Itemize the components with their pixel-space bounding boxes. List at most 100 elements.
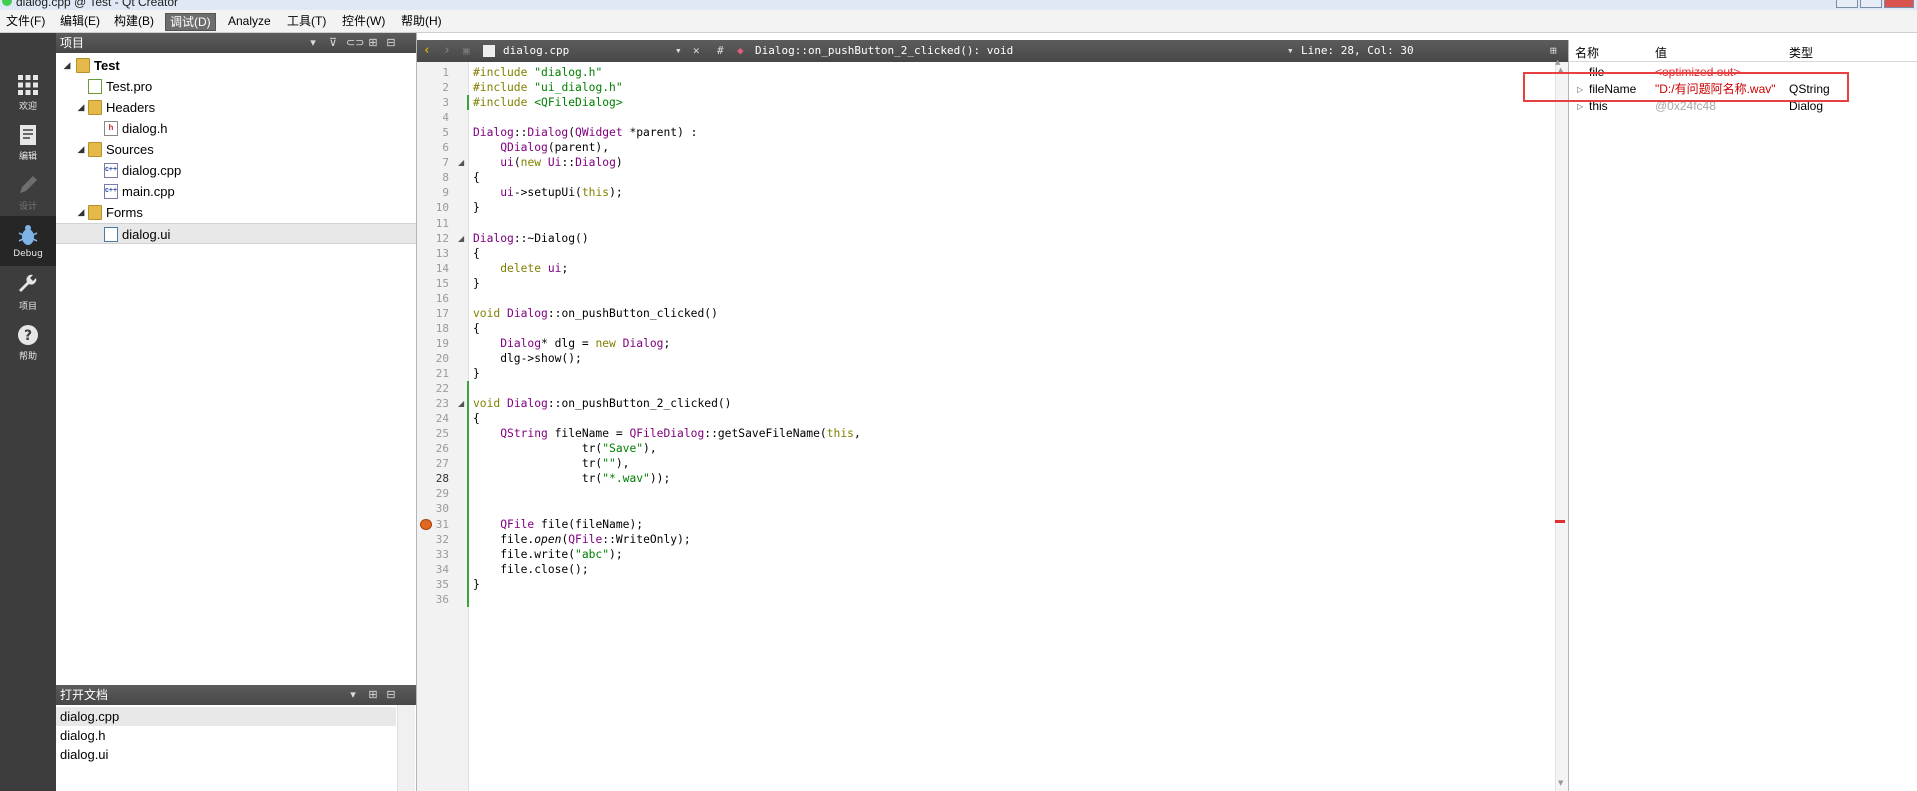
tree-item-headers[interactable]: ◢ Headers bbox=[56, 97, 416, 118]
split-icon[interactable]: ⊞ bbox=[1550, 44, 1557, 58]
code-line[interactable]: void Dialog::on_pushButton_2_clicked() bbox=[473, 396, 731, 411]
line-number[interactable]: 30 bbox=[417, 501, 449, 516]
line-number[interactable]: 5 bbox=[417, 125, 449, 140]
line-number[interactable]: 23 bbox=[417, 396, 449, 411]
line-number[interactable]: 36 bbox=[417, 592, 449, 607]
line-number[interactable]: 22 bbox=[417, 381, 449, 396]
line-number[interactable]: 15 bbox=[417, 276, 449, 291]
tree-item-dialog-ui[interactable]: dialog.ui bbox=[56, 223, 416, 244]
current-file-combo[interactable]: dialog.cpp bbox=[503, 44, 569, 58]
line-number[interactable]: 28 bbox=[417, 471, 449, 486]
column-name[interactable]: 名称 bbox=[1575, 44, 1599, 61]
menu-tools[interactable]: 工具(T) bbox=[283, 13, 330, 31]
maximize-button[interactable] bbox=[1860, 0, 1882, 8]
fold-marker-icon[interactable]: ◢ bbox=[458, 231, 466, 246]
line-number[interactable]: 6 bbox=[417, 140, 449, 155]
line-number-gutter[interactable]: 1 2 3 4 5 6 7 ◢ 8 9 10 11 12 ◢ 13 14 15 16 17 18 19 20 21 22 23 ◢… bbox=[417, 62, 469, 791]
code-line[interactable]: file.close(); bbox=[473, 562, 588, 577]
tree-item-dialog-cpp[interactable]: c++ dialog.cpp bbox=[56, 160, 416, 181]
column-type[interactable]: 类型 bbox=[1789, 44, 1813, 61]
line-number[interactable]: 4 bbox=[417, 110, 449, 125]
code-line[interactable]: #include "ui_dialog.h" bbox=[473, 80, 623, 95]
code-line[interactable]: Dialog* dlg = new Dialog; bbox=[473, 336, 670, 351]
menu-debug[interactable]: 调试(D) bbox=[165, 13, 216, 31]
close-button[interactable] bbox=[1884, 0, 1914, 8]
dropdown-arrow-icon[interactable]: ▾ bbox=[346, 688, 360, 702]
editor-scrollbar[interactable]: ▲ ▼ bbox=[1555, 62, 1568, 791]
open-doc-item[interactable]: dialog.cpp bbox=[56, 707, 396, 726]
code-line[interactable]: dlg->show(); bbox=[473, 351, 582, 366]
mode-welcome[interactable]: 欢迎 bbox=[0, 66, 56, 116]
code-line[interactable]: QDialog(parent), bbox=[473, 140, 609, 155]
expand-arrow-icon[interactable]: ◢ bbox=[62, 55, 72, 76]
expand-arrow-icon[interactable]: ◢ bbox=[76, 202, 86, 223]
code-line[interactable]: Dialog::~Dialog() bbox=[473, 231, 589, 246]
tree-item-test-pro[interactable]: Test.pro bbox=[56, 76, 416, 97]
line-number[interactable]: 19 bbox=[417, 336, 449, 351]
scroll-down-icon[interactable]: ▼ bbox=[1558, 779, 1563, 787]
line-number[interactable]: 33 bbox=[417, 547, 449, 562]
code-line[interactable]: } bbox=[473, 577, 480, 592]
close-pane-icon[interactable]: ⊟ bbox=[384, 36, 398, 50]
code-line[interactable]: } bbox=[473, 366, 480, 381]
line-number[interactable]: 35 bbox=[417, 577, 449, 592]
code-line[interactable]: tr("Save"), bbox=[473, 441, 657, 456]
close-pane-icon[interactable]: ⊟ bbox=[384, 688, 398, 702]
expand-arrow-icon[interactable]: ◢ bbox=[76, 139, 86, 160]
split-icon[interactable]: ⊞ bbox=[366, 688, 380, 702]
code-line[interactable]: #include "dialog.h" bbox=[473, 65, 602, 80]
menu-analyze[interactable]: Analyze bbox=[224, 13, 275, 31]
code-line[interactable]: #include <QFileDialog> bbox=[473, 95, 623, 110]
line-number[interactable]: 17 bbox=[417, 306, 449, 321]
breakpoint-arrow-icon[interactable] bbox=[420, 518, 432, 530]
menu-widgets[interactable]: 控件(W) bbox=[338, 13, 389, 31]
code-line[interactable]: { bbox=[473, 246, 480, 261]
code-line[interactable]: QFile file(fileName); bbox=[473, 517, 643, 532]
line-number[interactable]: 16 bbox=[417, 291, 449, 306]
forward-arrow-icon[interactable]: › bbox=[443, 44, 451, 58]
column-value[interactable]: 值 bbox=[1655, 44, 1667, 61]
expand-arrow-icon[interactable]: ◢ bbox=[76, 97, 86, 118]
menu-build[interactable]: 构建(B) bbox=[110, 13, 158, 31]
line-number[interactable]: 29 bbox=[417, 486, 449, 501]
line-number[interactable]: 3 bbox=[417, 95, 449, 110]
mode-edit[interactable]: 编辑 bbox=[0, 116, 56, 166]
line-number[interactable]: 18 bbox=[417, 321, 449, 336]
code-line[interactable]: { bbox=[473, 170, 480, 185]
line-number[interactable]: 24 bbox=[417, 411, 449, 426]
dropdown-arrow-icon[interactable]: ▾ bbox=[1287, 44, 1294, 58]
code-line[interactable]: tr(""), bbox=[473, 456, 630, 471]
open-doc-item[interactable]: dialog.ui bbox=[56, 745, 396, 764]
code-line[interactable]: void Dialog::on_pushButton_clicked() bbox=[473, 306, 718, 321]
tree-item-main-cpp[interactable]: c++ main.cpp bbox=[56, 181, 416, 202]
mode-projects[interactable]: 项目 bbox=[0, 266, 56, 316]
scroll-up-icon[interactable]: ▲ bbox=[1555, 58, 1560, 66]
code-line[interactable]: } bbox=[473, 200, 480, 215]
menu-file[interactable]: 文件(F) bbox=[2, 13, 49, 31]
tree-item-forms[interactable]: ◢ Forms bbox=[56, 202, 416, 223]
line-number[interactable]: 7 bbox=[417, 155, 449, 170]
open-documents-scrollbar[interactable] bbox=[397, 705, 415, 791]
code-line[interactable]: file.write("abc"); bbox=[473, 547, 622, 562]
close-file-icon[interactable]: ✕ bbox=[693, 44, 700, 58]
mode-help[interactable]: ? 帮助 bbox=[0, 316, 56, 366]
fold-marker-icon[interactable]: ◢ bbox=[458, 155, 466, 170]
dropdown-arrow-icon[interactable]: ▾ bbox=[306, 36, 320, 50]
fold-marker-icon[interactable]: ◢ bbox=[458, 396, 466, 411]
mode-debug[interactable]: Debug bbox=[0, 216, 56, 266]
code-line[interactable]: ui(new Ui::Dialog) bbox=[473, 155, 622, 170]
line-number[interactable]: 9 bbox=[417, 185, 449, 200]
line-number[interactable]: 26 bbox=[417, 441, 449, 456]
mode-design[interactable]: 设计 bbox=[0, 166, 56, 216]
open-doc-item[interactable]: dialog.h bbox=[56, 726, 396, 745]
code-line[interactable]: tr("*.wav")); bbox=[473, 471, 670, 486]
line-number[interactable]: 34 bbox=[417, 562, 449, 577]
line-number[interactable]: 10 bbox=[417, 200, 449, 215]
dropdown-arrow-icon[interactable]: ▾ bbox=[675, 44, 682, 58]
code-line[interactable]: { bbox=[473, 321, 480, 336]
line-number[interactable]: 25 bbox=[417, 426, 449, 441]
tree-item-dialog-h[interactable]: h dialog.h bbox=[56, 118, 416, 139]
minimize-button[interactable] bbox=[1836, 0, 1858, 8]
code-line[interactable]: } bbox=[473, 276, 480, 291]
line-number[interactable]: 2 bbox=[417, 80, 449, 95]
